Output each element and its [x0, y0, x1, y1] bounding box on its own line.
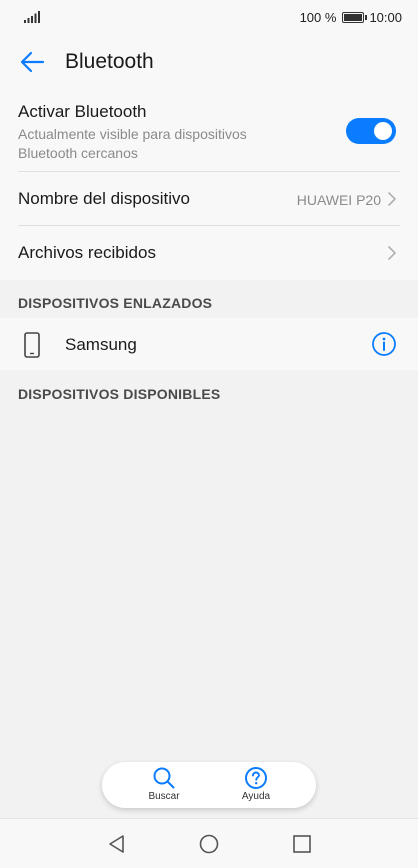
bluetooth-toggle-switch[interactable] [346, 118, 396, 144]
page-title: Bluetooth [65, 50, 154, 73]
received-files-label: Archivos recibidos [18, 243, 156, 262]
paired-device-row[interactable]: Samsung [0, 318, 418, 370]
battery-percent: 100 % [299, 9, 337, 25]
search-button[interactable]: Buscar [134, 766, 194, 806]
received-files-row[interactable]: Archivos recibidos [0, 226, 418, 280]
chevron-right-icon [388, 246, 396, 260]
bluetooth-toggle-label: Activar Bluetooth [18, 102, 147, 121]
battery-icon [342, 11, 368, 23]
bottom-action-bar: Buscar Ayuda [102, 762, 316, 808]
paired-device-name: Samsung [65, 335, 137, 354]
bluetooth-visibility-text: Actualmente visible para dispositivos Bl… [18, 126, 247, 161]
device-name-row[interactable]: Nombre del dispositivo HUAWEI P20 [0, 172, 418, 226]
info-circle-icon[interactable] [371, 331, 397, 357]
bluetooth-settings-screen: 100 % 10:00 Bluetooth Activar Bluetooth … [0, 0, 418, 868]
question-circle-icon [245, 767, 267, 789]
available-devices-header: DISPOSITIVOS DISPONIBLES [18, 386, 221, 402]
search-label: Buscar [148, 791, 180, 802]
smartphone-icon [24, 332, 40, 358]
nav-back-icon[interactable] [106, 833, 128, 855]
arrow-left-icon[interactable] [18, 48, 46, 76]
device-name-value: HUAWEI P20 [296, 192, 381, 208]
settings-card: Activar Bluetooth Actualmente visible pa… [0, 88, 418, 280]
status-right: 100 % 10:00 [300, 9, 402, 25]
nav-recents-icon[interactable] [291, 833, 313, 855]
status-bar: 100 % 10:00 [0, 0, 418, 34]
help-button[interactable]: Ayuda [226, 766, 286, 806]
search-icon [153, 767, 175, 789]
bluetooth-toggle-row[interactable]: Activar Bluetooth Actualmente visible pa… [0, 88, 418, 172]
help-label: Ayuda [241, 791, 271, 802]
paired-devices-header: DISPOSITIVOS ENLAZADOS [18, 295, 213, 311]
nav-home-icon[interactable] [198, 833, 220, 855]
signal-strength-icon [24, 11, 40, 23]
chevron-right-icon [388, 192, 396, 206]
app-bar: Bluetooth [0, 34, 418, 88]
system-navigation-bar [0, 818, 418, 868]
toggle-knob [374, 122, 392, 140]
device-name-label: Nombre del dispositivo [18, 189, 190, 208]
clock: 10:00 [369, 9, 402, 25]
